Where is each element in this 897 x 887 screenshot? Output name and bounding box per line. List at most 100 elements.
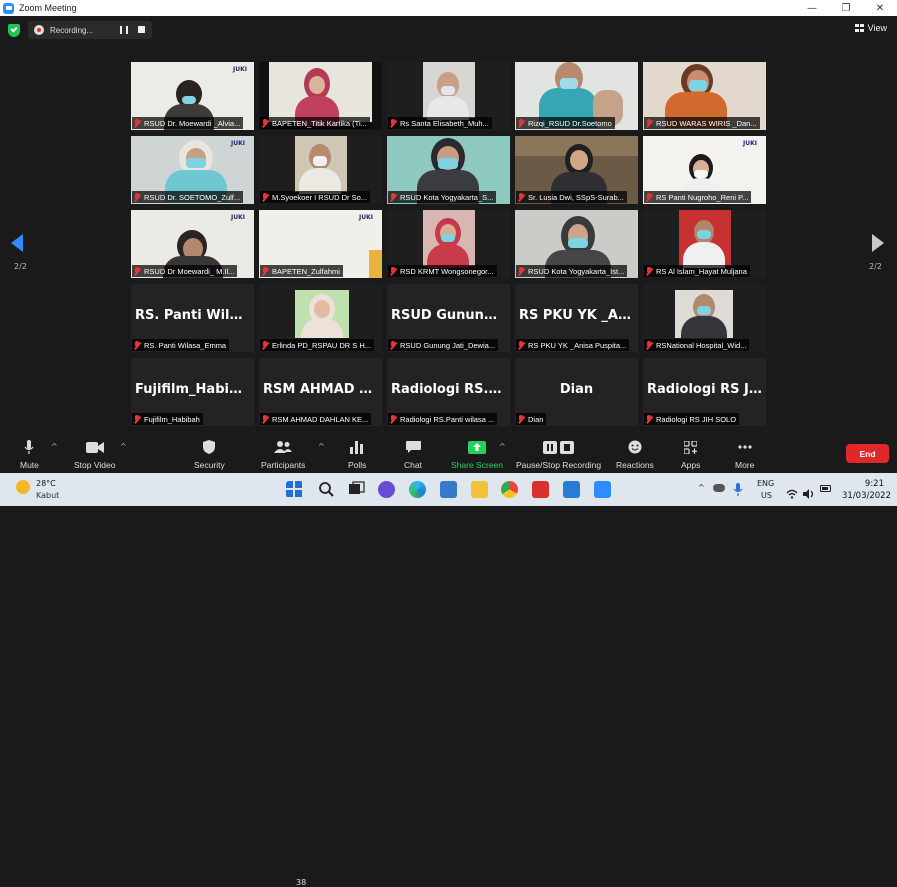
participant-tile[interactable]: RS Al Islam_Hayat Muljana bbox=[643, 210, 766, 278]
participants-icon bbox=[274, 439, 293, 455]
participant-tile[interactable]: JUKI RSUD Dr. Moewardi _Alvia... bbox=[131, 62, 254, 130]
end-meeting-button[interactable]: End bbox=[846, 444, 889, 463]
task-view-icon[interactable] bbox=[348, 481, 365, 498]
participant-tile[interactable]: Radiologi RS.Pa... Radiologi RS.Panti wi… bbox=[387, 358, 510, 426]
chrome-browser-icon[interactable] bbox=[501, 481, 518, 498]
weather-sun-icon[interactable] bbox=[16, 480, 30, 494]
polls-button[interactable]: Polls bbox=[348, 439, 366, 470]
wifi-icon[interactable] bbox=[786, 484, 803, 501]
muted-mic-icon bbox=[133, 266, 141, 276]
search-icon[interactable] bbox=[318, 481, 335, 498]
participant-tile[interactable]: RSNational Hospital_Wid... bbox=[643, 284, 766, 352]
next-page-arrow-icon[interactable] bbox=[872, 234, 884, 252]
security-button[interactable]: Security bbox=[194, 439, 225, 470]
participant-tile[interactable]: Radiologi RS JI... Radiologi RS JIH SOLO bbox=[643, 358, 766, 426]
close-button[interactable]: ✕ bbox=[863, 0, 897, 16]
volume-icon[interactable] bbox=[803, 484, 820, 501]
participants-options-chevron-icon[interactable]: ^ bbox=[318, 442, 325, 451]
video-camera-icon bbox=[85, 439, 104, 455]
teams-chat-icon[interactable] bbox=[378, 481, 395, 498]
muted-mic-icon bbox=[133, 414, 141, 424]
edge-browser-icon[interactable] bbox=[409, 481, 426, 498]
store-icon[interactable] bbox=[440, 481, 457, 498]
participant-tile[interactable]: M.Syoekoer I RSUD Dr So... bbox=[259, 136, 382, 204]
participant-tile[interactable]: Fujifilm_Habibah Fujifilm_Habibah bbox=[131, 358, 254, 426]
participants-button[interactable]: Participants bbox=[261, 439, 305, 470]
taskbar-clock[interactable]: 9:21 31/03/2022 bbox=[842, 478, 891, 502]
language-code[interactable]: ENG bbox=[757, 479, 774, 488]
pause-recording-icon[interactable] bbox=[120, 26, 128, 34]
juki-logo-icon: JUKI bbox=[231, 214, 245, 221]
participant-name: RSUD Kota Yogyakarta_S... bbox=[400, 192, 494, 202]
participant-name: RS. Panti Wilasa_Emma bbox=[144, 340, 227, 350]
battery-icon[interactable] bbox=[820, 485, 831, 492]
juki-logo-icon: JUKI bbox=[231, 140, 245, 147]
wps-office-icon[interactable] bbox=[532, 481, 549, 498]
participant-tile[interactable]: RSM AHMAD D... RSM AHMAD DAHLAN KE... bbox=[259, 358, 382, 426]
muted-mic-icon bbox=[389, 340, 397, 350]
participant-tile[interactable]: RSUD WARAS WIRIS _Dan... bbox=[643, 62, 766, 130]
view-button[interactable]: View bbox=[854, 23, 887, 33]
participant-tile[interactable]: RSUD Kota Yogyakarta_Ist... bbox=[515, 210, 638, 278]
participant-tile[interactable]: Sr. Lusia Dwi, SSpS-Surab... bbox=[515, 136, 638, 204]
muted-mic-icon bbox=[389, 414, 397, 424]
participant-tile[interactable]: RSD KRMT Wongsonegor... bbox=[387, 210, 510, 278]
participant-name: Rizqi_RSUD Dr.Soetomo bbox=[528, 118, 612, 128]
more-dots-icon bbox=[736, 439, 754, 455]
tray-chevron-up-icon[interactable]: ^ bbox=[698, 483, 705, 492]
stop-video-button[interactable]: Stop Video bbox=[74, 439, 115, 470]
participant-name: Rs Santa Elisabeth_Muh... bbox=[400, 118, 489, 128]
participant-tile[interactable]: RSUD Kota Yogyakarta_S... bbox=[387, 136, 510, 204]
encryption-shield-icon[interactable] bbox=[8, 24, 20, 37]
participant-tile[interactable]: Erlinda PD_RSPAU DR S H... bbox=[259, 284, 382, 352]
participant-name: Radiologi RS JIH SOLO bbox=[656, 414, 737, 424]
tray-microphone-icon[interactable] bbox=[733, 482, 750, 499]
muted-mic-icon bbox=[517, 118, 525, 128]
participant-tile[interactable]: JUKI RSUD Dr Moewardi_ M.Il... bbox=[131, 210, 254, 278]
mail-icon[interactable] bbox=[563, 481, 580, 498]
stop-video-label: Stop Video bbox=[74, 460, 116, 470]
share-screen-button[interactable]: Share Screen bbox=[451, 439, 503, 470]
minimize-button[interactable]: — bbox=[795, 0, 829, 16]
restore-button[interactable]: ❐ bbox=[829, 0, 863, 16]
participant-tile[interactable]: Dian Dian bbox=[515, 358, 638, 426]
participant-tile[interactable]: RSUD Gunung J... RSUD Gunung Jati_Dewia.… bbox=[387, 284, 510, 352]
recording-dot-icon bbox=[34, 25, 44, 35]
share-options-chevron-icon[interactable]: ^ bbox=[499, 442, 506, 451]
muted-mic-icon bbox=[645, 192, 653, 202]
windows-start-icon[interactable] bbox=[286, 481, 303, 498]
reactions-button[interactable]: Reactions bbox=[616, 439, 654, 470]
apps-button[interactable]: Apps bbox=[681, 439, 700, 470]
audio-options-chevron-icon[interactable]: ^ bbox=[51, 442, 58, 451]
view-label: View bbox=[867, 23, 887, 33]
participant-name: RSD KRMT Wongsonegor... bbox=[400, 266, 494, 276]
participant-tile[interactable]: BAPETEN_Titik Kartika (Ti... bbox=[259, 62, 382, 130]
participant-tile[interactable]: Rs Santa Elisabeth_Muh... bbox=[387, 62, 510, 130]
polls-label: Polls bbox=[348, 460, 367, 470]
page-indicator-left: 2/2 bbox=[14, 262, 27, 271]
onedrive-cloud-icon[interactable] bbox=[713, 484, 725, 492]
participant-tile[interactable]: JUKI RS Panti Nugroho_Reni P... bbox=[643, 136, 766, 204]
participant-tile[interactable]: JUKI RSUD Dr. SOETOMO_Zulf... bbox=[131, 136, 254, 204]
more-button[interactable]: More bbox=[735, 439, 754, 470]
participant-name: RSUD Dr. Moewardi _Alvia... bbox=[144, 118, 241, 128]
participant-tile[interactable]: JUKI BAPETEN_Zulfahmi bbox=[259, 210, 382, 278]
participant-tile[interactable]: RS PKU YK _Ani... RS PKU YK _Anisa Puspi… bbox=[515, 284, 638, 352]
previous-page-arrow-icon[interactable] bbox=[11, 234, 23, 252]
participant-display-name: RSUD Gunung J... bbox=[391, 308, 510, 323]
apps-icon bbox=[682, 439, 700, 455]
recording-indicator: Recording... bbox=[28, 21, 152, 39]
participants-count: 38 bbox=[296, 878, 307, 887]
video-options-chevron-icon[interactable]: ^ bbox=[120, 442, 127, 451]
zoom-taskbar-icon[interactable] bbox=[594, 481, 611, 498]
stop-recording-icon[interactable] bbox=[138, 26, 145, 33]
participant-tile[interactable]: Rizqi_RSUD Dr.Soetomo bbox=[515, 62, 638, 130]
pause-stop-recording-button[interactable]: Pause/Stop Recording bbox=[516, 439, 601, 470]
participant-name: RSNational Hospital_Wid... bbox=[656, 340, 747, 350]
muted-mic-icon bbox=[389, 192, 397, 202]
participant-tile[interactable]: RS. Panti Wilas... RS. Panti Wilasa_Emma bbox=[131, 284, 254, 352]
file-explorer-icon[interactable] bbox=[471, 481, 488, 498]
chat-button[interactable]: Chat bbox=[404, 439, 422, 470]
mute-button[interactable]: Mute bbox=[20, 439, 39, 470]
participant-display-name: RSM AHMAD D... bbox=[263, 382, 382, 397]
